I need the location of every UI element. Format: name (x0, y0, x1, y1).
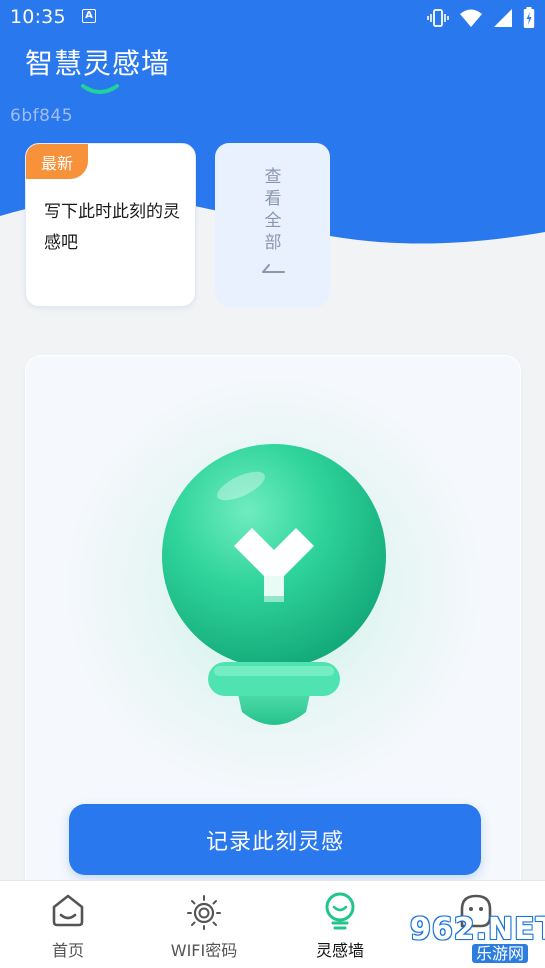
wifi-icon (460, 9, 482, 27)
record-inspiration-button[interactable]: 记录此刻灵感 (69, 804, 481, 875)
nav-item-home[interactable]: 首页 (0, 881, 136, 968)
title-underline-smile (81, 84, 119, 94)
status-time: 10:35 (10, 6, 66, 28)
site-watermark: 962.NET 乐游网 (408, 912, 545, 964)
bulb-icon (325, 892, 355, 930)
latest-inspiration-card[interactable]: 最新 写下此时此刻的灵感吧 (25, 143, 196, 307)
view-all-label: 查看全部 (264, 167, 282, 253)
lightbulb-icon (162, 444, 386, 725)
watermark-main: 962.NET (410, 912, 545, 947)
nav-label-inspiration-wall: 灵感墙 (315, 941, 364, 960)
nav-label-wifi: WIFI密码 (170, 941, 238, 960)
nav-label-home: 首页 (51, 941, 84, 960)
latest-card-text: 写下此时此刻的灵感吧 (44, 202, 180, 253)
hex-code-text: 6bf845 (10, 106, 74, 126)
nav-item-wifi[interactable]: WIFI密码 (136, 881, 272, 968)
home-icon (52, 894, 84, 927)
status-icons (427, 7, 535, 29)
battery-charging-icon (523, 7, 535, 28)
a-letter-icon: A (82, 9, 96, 23)
arrow-icon (262, 264, 285, 273)
status-bar: 10:35 A (0, 0, 545, 36)
page-title: 智慧灵感墙 (25, 47, 171, 80)
vibrate-icon (427, 9, 449, 27)
sun-icon (187, 895, 221, 930)
signal-icon (494, 9, 512, 27)
watermark-sub: 乐游网 (472, 944, 529, 963)
latest-badge: 最新 (26, 144, 88, 179)
view-all-button[interactable]: 查看全部 (215, 143, 330, 307)
nav-item-inspiration-wall[interactable]: 灵感墙 (272, 881, 408, 968)
